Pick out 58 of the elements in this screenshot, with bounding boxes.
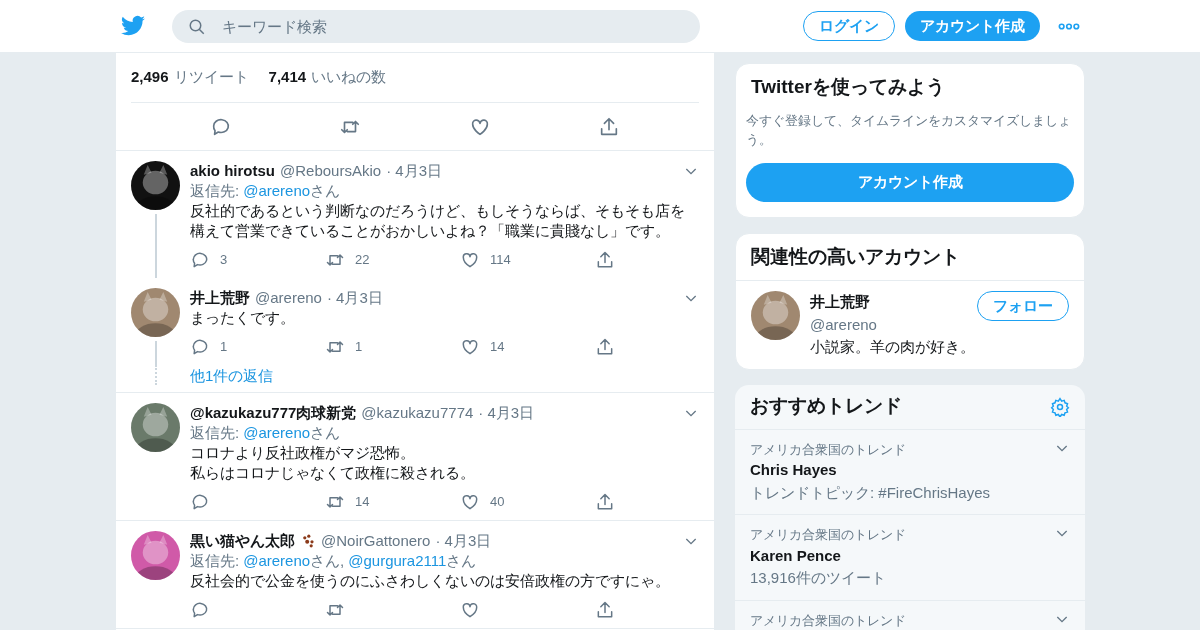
action-count: 1 <box>355 338 363 356</box>
stat-label[interactable]: いいねの数 <box>311 66 387 89</box>
action-count: 14 <box>355 493 370 511</box>
tweet-date[interactable]: · 4月3日 <box>478 403 535 423</box>
tweet-text: まったくです。 <box>190 308 296 328</box>
trend-context: アメリカ合衆国のトレンド <box>750 526 906 544</box>
reply-label: 返信先: <box>190 423 240 443</box>
account-bio: 小説家。羊の肉が好き。 <box>810 337 976 357</box>
mention-link[interactable]: @arereno <box>243 551 311 571</box>
action-count: 114 <box>490 251 511 269</box>
action-count: 3 <box>220 251 228 269</box>
honorific: さん <box>310 423 341 443</box>
trend-meta: トレンドトピック: #FireChrisHayes <box>750 482 992 503</box>
trend-meta: 13,916件のツイート <box>750 568 887 588</box>
honorific: さん <box>310 181 341 201</box>
card-description: 今すぐ登録して、タイムラインをカスタマイズしましょう。 <box>746 111 1072 149</box>
action-count: 22 <box>355 251 370 269</box>
more-replies-link[interactable]: 他1件の返信 <box>190 365 274 388</box>
trend-name[interactable]: Chris Hayes <box>750 459 1070 482</box>
honorific: さん, <box>310 551 345 571</box>
trend-name[interactable]: Karen Pence <box>750 544 1070 567</box>
tweet-text: コロナより反社政権がマジ恐怖。 私らはコロナじゃなくて政権に殺される。 <box>190 443 476 483</box>
stat-count[interactable]: 7,414 <box>268 66 307 89</box>
tweet-date[interactable]: · 4月3日 <box>386 161 442 181</box>
reply-label: 返信先: <box>190 551 240 571</box>
account-handle[interactable]: @arereno <box>810 313 877 336</box>
author-name[interactable]: akio hirotsu <box>190 161 275 181</box>
tweet-date[interactable]: · 4月3日 <box>326 288 383 308</box>
honorific: さん <box>446 551 477 571</box>
create-account-button[interactable]: アカウント作成 <box>746 162 1074 202</box>
mention-link[interactable]: @arereno <box>243 181 311 201</box>
author-handle[interactable]: @ReboursAkio <box>280 161 382 181</box>
stat-count[interactable]: 2,496 <box>131 66 169 89</box>
tweet-text: 反社会的で公金を使うのにふさわしくないのは安倍政権の方ですにゃ。 <box>190 571 671 591</box>
account-name[interactable]: 井上荒野 <box>810 291 877 314</box>
author-handle[interactable]: @kazukazu7774 <box>361 403 474 423</box>
login-button[interactable]: ログイン <box>803 11 895 41</box>
trend-context: アメリカ合衆国のトレンド <box>750 611 906 630</box>
author-handle[interactable]: @NoirGattonero <box>321 531 431 551</box>
author-name[interactable]: 井上荒野 <box>190 288 250 308</box>
mention-link[interactable]: @gurgura2111 <box>348 551 447 571</box>
sign-up-button[interactable]: アカウント作成 <box>905 11 1040 41</box>
tweet-date[interactable]: · 4月3日 <box>435 531 492 551</box>
action-count: 40 <box>490 493 505 511</box>
card-title: 関連性の高いアカウント <box>736 233 1084 281</box>
stat-label[interactable]: リツイート <box>173 66 249 89</box>
reply-label: 返信先: <box>190 181 240 201</box>
trend-context: アメリカ合衆国のトレンド <box>750 440 906 459</box>
author-handle[interactable]: @arereno <box>255 288 322 308</box>
author-name[interactable]: @kazukazu777肉球新党 <box>190 403 357 423</box>
search-field[interactable]: キーワード検索 <box>172 9 700 43</box>
mention-link[interactable]: @arereno <box>243 423 311 443</box>
action-count: 1 <box>220 338 228 356</box>
tweet-text: 反社的であるという判断なのだろうけど、もしそうならば、そもそも店を 構えて営業できていることがおかしいよね？「職業に貴賤なし」です。 <box>190 201 686 241</box>
action-count: 14 <box>490 338 505 356</box>
author-name[interactable]: 黒い猫やん太郎 <box>190 531 295 551</box>
card-title: Twitterを使ってみよう <box>750 75 946 99</box>
card-title: おすすめトレンド <box>750 394 902 419</box>
